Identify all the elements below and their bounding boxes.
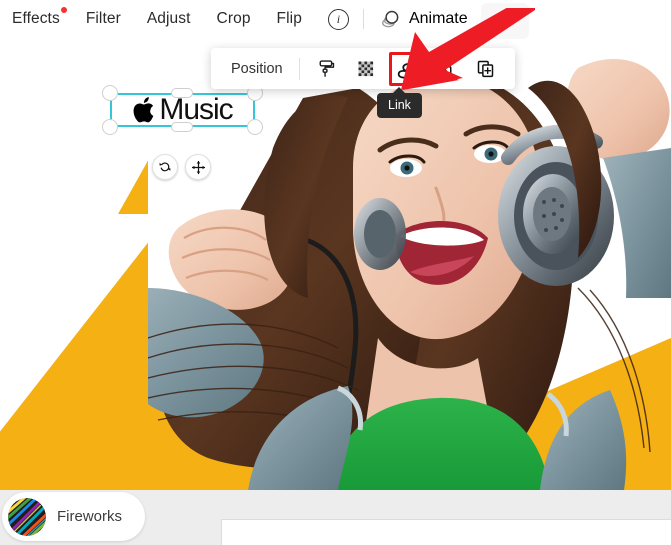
toolbar-divider: [362, 9, 364, 29]
menu-item-crop-label: Crop: [216, 10, 251, 27]
transparency-checker-icon[interactable]: [349, 52, 383, 86]
menu-item-adjust[interactable]: Adjust: [147, 10, 191, 28]
apple-logo-icon: [132, 95, 159, 125]
position-toolbar: Position: [211, 48, 515, 89]
apple-music-logo: Music: [112, 95, 253, 125]
bottom-panel: [221, 519, 671, 545]
link-tooltip-text: Link: [388, 98, 411, 112]
top-menu-bar: Effects Filter Adjust Crop Flip i Animat…: [0, 0, 671, 38]
image-canvas[interactable]: [0, 38, 671, 490]
position-button[interactable]: Position: [231, 61, 283, 77]
menu-item-animate-label: Animate: [408, 10, 468, 27]
menu-item-flip[interactable]: Flip: [277, 10, 302, 28]
position-toolbar-divider: [298, 57, 300, 80]
duplicate-layer-icon[interactable]: [469, 52, 503, 86]
app-root: Effects Filter Adjust Crop Flip i Animat…: [0, 0, 671, 545]
info-icon-glyph: i: [336, 11, 341, 26]
unlock-icon[interactable]: [429, 52, 463, 86]
menu-item-animate[interactable]: Animate: [380, 9, 468, 30]
artwork: [0, 38, 671, 490]
layer-chip-label: Fireworks: [57, 508, 123, 525]
resize-handle-bottom-right[interactable]: [247, 119, 263, 135]
move-handle-icon[interactable]: [185, 154, 211, 180]
menu-item-filter-label: Filter: [85, 10, 121, 27]
menu-item-filter[interactable]: Filter: [86, 10, 121, 28]
toolbar-extra-plate: [481, 3, 529, 39]
resize-handle-bottom-center[interactable]: [171, 122, 193, 132]
menu-item-crop[interactable]: Crop: [217, 10, 251, 28]
paint-roller-icon[interactable]: [309, 52, 343, 86]
menu-item-effects-label: Effects: [12, 10, 60, 27]
resize-handle-bottom-left[interactable]: [102, 119, 118, 135]
effects-new-badge-dot: [60, 7, 67, 13]
link-icon[interactable]: [388, 51, 423, 86]
animate-discs-icon: [380, 9, 402, 30]
info-icon[interactable]: i: [327, 8, 349, 30]
apple-music-wordmark: Music: [159, 93, 233, 126]
menu-item-flip-label: Flip: [276, 10, 302, 27]
resize-handle-top-center[interactable]: [171, 88, 193, 98]
link-tooltip: Link: [377, 87, 422, 118]
menu-item-effects[interactable]: Effects: [12, 7, 67, 28]
menu-item-adjust-label: Adjust: [146, 10, 191, 27]
resize-handle-top-left[interactable]: [102, 85, 118, 101]
rotate-handle-icon[interactable]: [152, 154, 178, 180]
fireworks-thumbnail: [8, 497, 46, 536]
layer-chip-fireworks[interactable]: Fireworks: [2, 492, 145, 541]
